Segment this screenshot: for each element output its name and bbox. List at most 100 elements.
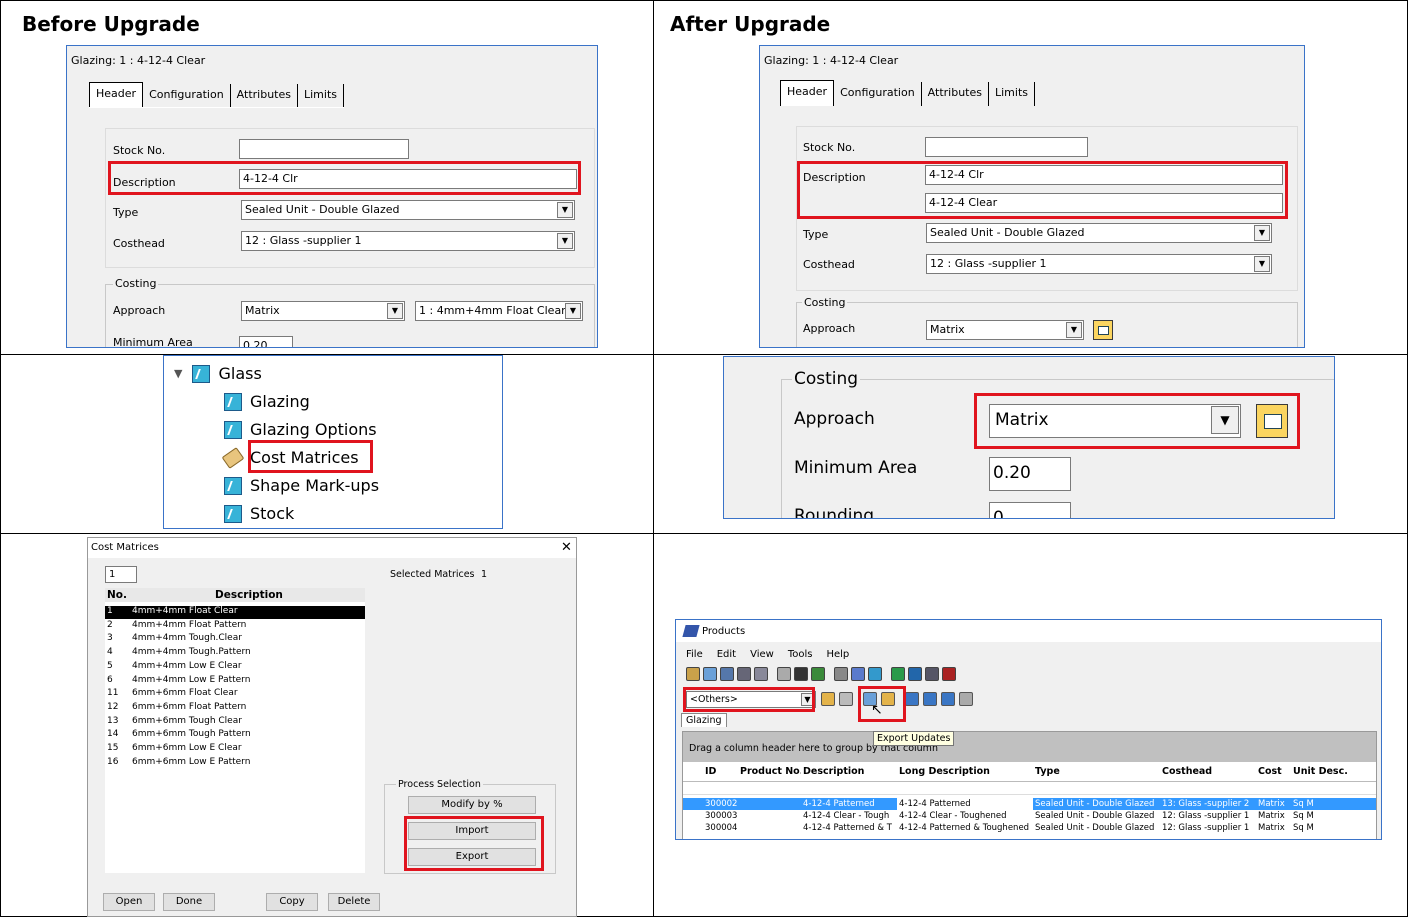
tab-configuration[interactable]: Configuration xyxy=(143,84,231,107)
open-button[interactable]: Open xyxy=(103,893,155,911)
menu-edit[interactable]: Edit xyxy=(717,649,736,660)
matrix-row[interactable]: 6 4mm+4mm Low E Pattern xyxy=(105,675,365,688)
matrix-row[interactable]: 13 6mm+6mm Tough Clear xyxy=(105,716,365,729)
toolbar-button-icon[interactable] xyxy=(959,692,973,706)
table-cell: 300004 xyxy=(705,823,738,833)
tree-root[interactable]: ▼ Glass xyxy=(174,364,262,383)
approach-dropdown[interactable]: Matrix ▼ xyxy=(926,320,1084,340)
matrix-dropdown[interactable]: 1 : 4mm+4mm Float Clear ▼ xyxy=(415,301,583,321)
tab-limits[interactable]: Limits xyxy=(989,82,1035,106)
toolbar-button-icon[interactable] xyxy=(821,692,835,706)
modify-button[interactable]: Modify by % xyxy=(408,796,536,814)
grid-line xyxy=(653,0,654,917)
before-glazing-dialog: Glazing: 1 : 4-12-4 Clear Header Configu… xyxy=(66,45,598,348)
matrix-desc: 4mm+4mm Low E Clear xyxy=(132,660,242,671)
menu-help[interactable]: Help xyxy=(826,649,849,660)
matrix-row[interactable]: 4 4mm+4mm Tough.Pattern xyxy=(105,647,365,660)
tab-glazing[interactable]: Glazing xyxy=(681,713,727,727)
toolbar-button-icon[interactable] xyxy=(754,667,768,681)
cost-matrices-window: Cost Matrices ✕ 1 Selected Matrices 1 No… xyxy=(87,537,577,917)
tree-item-glazing[interactable]: Glazing xyxy=(224,392,310,411)
costhead-value: 12 : Glass -supplier 1 xyxy=(245,234,362,247)
tab-attributes[interactable]: Attributes xyxy=(231,84,298,107)
toolbar-button-icon[interactable] xyxy=(686,667,700,681)
matrix-row[interactable]: 11 6mm+6mm Float Clear xyxy=(105,688,365,701)
table-row[interactable]: 300003 4-12-4 Clear - Tough 4-12-4 Clear -… xyxy=(683,810,1376,822)
matrix-row[interactable]: 14 6mm+6mm Tough Pattern xyxy=(105,729,365,742)
matrix-row[interactable]: 5 4mm+4mm Low E Clear xyxy=(105,661,365,674)
costing-zoom-panel: Costing Approach Matrix ▼ Minimum Area 0.… xyxy=(723,356,1335,519)
toolbar-button-icon[interactable] xyxy=(868,667,882,681)
toolbar-button-icon[interactable] xyxy=(703,667,717,681)
toolbar-button-icon[interactable] xyxy=(834,667,848,681)
toolbar-button-icon[interactable] xyxy=(942,667,956,681)
filter-row[interactable] xyxy=(683,782,1376,795)
tab-header[interactable]: Header xyxy=(89,82,144,107)
menu-tools[interactable]: Tools xyxy=(788,649,813,660)
tree-item-shape-markups[interactable]: Shape Mark-ups xyxy=(224,476,379,495)
stock-label: Stock No. xyxy=(803,141,856,154)
toolbar-button-icon[interactable] xyxy=(737,667,751,681)
column-header[interactable]: Costhead xyxy=(1160,766,1256,777)
approach-value: Matrix xyxy=(930,323,965,336)
matrices-list[interactable]: No. Description 1 4mm+4mm Float Clear 2 4mm… xyxy=(105,588,365,873)
matrix-no: 16 xyxy=(107,756,119,767)
close-icon[interactable]: ✕ xyxy=(561,540,572,555)
tab-configuration[interactable]: Configuration xyxy=(834,82,922,106)
menu-view[interactable]: View xyxy=(750,649,774,660)
costhead-dropdown[interactable]: 12 : Glass -supplier 1 ▼ xyxy=(926,254,1272,274)
matrix-row[interactable]: 15 6mm+6mm Low E Clear xyxy=(105,743,365,756)
column-header[interactable]: Unit Desc. xyxy=(1291,766,1351,777)
toolbar-button-icon[interactable] xyxy=(794,667,808,681)
matrix-no: 13 xyxy=(107,715,119,726)
toolbar-button-icon[interactable] xyxy=(905,692,919,706)
costhead-dropdown[interactable]: 12 : Glass -supplier 1 ▼ xyxy=(241,231,575,251)
toolbar-button-icon[interactable] xyxy=(941,692,955,706)
toolbar-button-icon[interactable] xyxy=(923,692,937,706)
copy-button[interactable]: Copy xyxy=(266,893,318,911)
toolbar-button-icon[interactable] xyxy=(891,667,905,681)
matrix-row[interactable]: 1 4mm+4mm Float Clear xyxy=(105,606,365,619)
toolbar-button-icon[interactable] xyxy=(777,667,791,681)
table-cell: Sealed Unit - Double Glazed xyxy=(1035,811,1155,821)
matrix-desc: 6mm+6mm Low E Clear xyxy=(132,743,242,753)
done-button[interactable]: Done xyxy=(163,893,215,911)
toolbar-button-icon[interactable] xyxy=(908,667,922,681)
matrix-row[interactable]: 3 4mm+4mm Tough.Clear xyxy=(105,633,365,646)
tree-panel: ▼ Glass Glazing Glazing Options Cost Matr… xyxy=(163,355,503,529)
matrix-row[interactable]: 16 6mm+6mm Low E Pattern xyxy=(105,757,365,770)
search-input[interactable]: 1 xyxy=(105,566,137,583)
toolbar-button-icon[interactable] xyxy=(720,667,734,681)
matrix-picker-icon[interactable] xyxy=(1093,320,1113,340)
min-area-input[interactable]: 0.20 xyxy=(989,457,1071,491)
toolbar-button-icon[interactable] xyxy=(851,667,865,681)
column-header[interactable]: Long Description xyxy=(897,766,1033,777)
toolbar-button-icon[interactable] xyxy=(839,692,853,706)
tab-limits[interactable]: Limits xyxy=(298,84,344,107)
tab-header[interactable]: Header xyxy=(780,80,835,106)
glass-icon xyxy=(192,364,211,383)
type-dropdown[interactable]: Sealed Unit - Double Glazed ▼ xyxy=(926,223,1272,243)
stock-input[interactable] xyxy=(925,137,1088,157)
menu-file[interactable]: File xyxy=(686,649,703,660)
min-area-input[interactable]: 0.20 xyxy=(239,336,293,347)
column-header[interactable]: Cost xyxy=(1256,766,1291,777)
matrix-row[interactable]: 12 6mm+6mm Float Pattern xyxy=(105,702,365,715)
table-row[interactable]: 300002 4-12-4 Patterned 4-12-4 Patterned Se… xyxy=(683,798,1376,810)
table-row[interactable]: 300004 4-12-4 Patterned & T 4-12-4 Pattern… xyxy=(683,822,1376,834)
matrix-row[interactable]: 2 4mm+4mm Float Pattern xyxy=(105,620,365,633)
toolbar-button-icon[interactable] xyxy=(811,667,825,681)
tree-item-stock[interactable]: Stock xyxy=(224,504,294,523)
column-header[interactable]: Product No. xyxy=(738,766,801,777)
column-header[interactable]: ID xyxy=(703,766,738,777)
stock-input[interactable] xyxy=(239,139,409,159)
approach-dropdown[interactable]: Matrix ▼ xyxy=(241,301,405,321)
column-header[interactable]: Description xyxy=(801,766,897,777)
delete-button[interactable]: Delete xyxy=(328,893,380,911)
toolbar-button-icon[interactable] xyxy=(925,667,939,681)
tab-attributes[interactable]: Attributes xyxy=(922,82,989,106)
tree-item-glazing-options[interactable]: Glazing Options xyxy=(224,420,377,439)
type-dropdown[interactable]: Sealed Unit - Double Glazed ▼ xyxy=(241,200,575,220)
rounding-input[interactable]: 0 xyxy=(989,502,1071,518)
column-header[interactable]: Type xyxy=(1033,766,1160,777)
